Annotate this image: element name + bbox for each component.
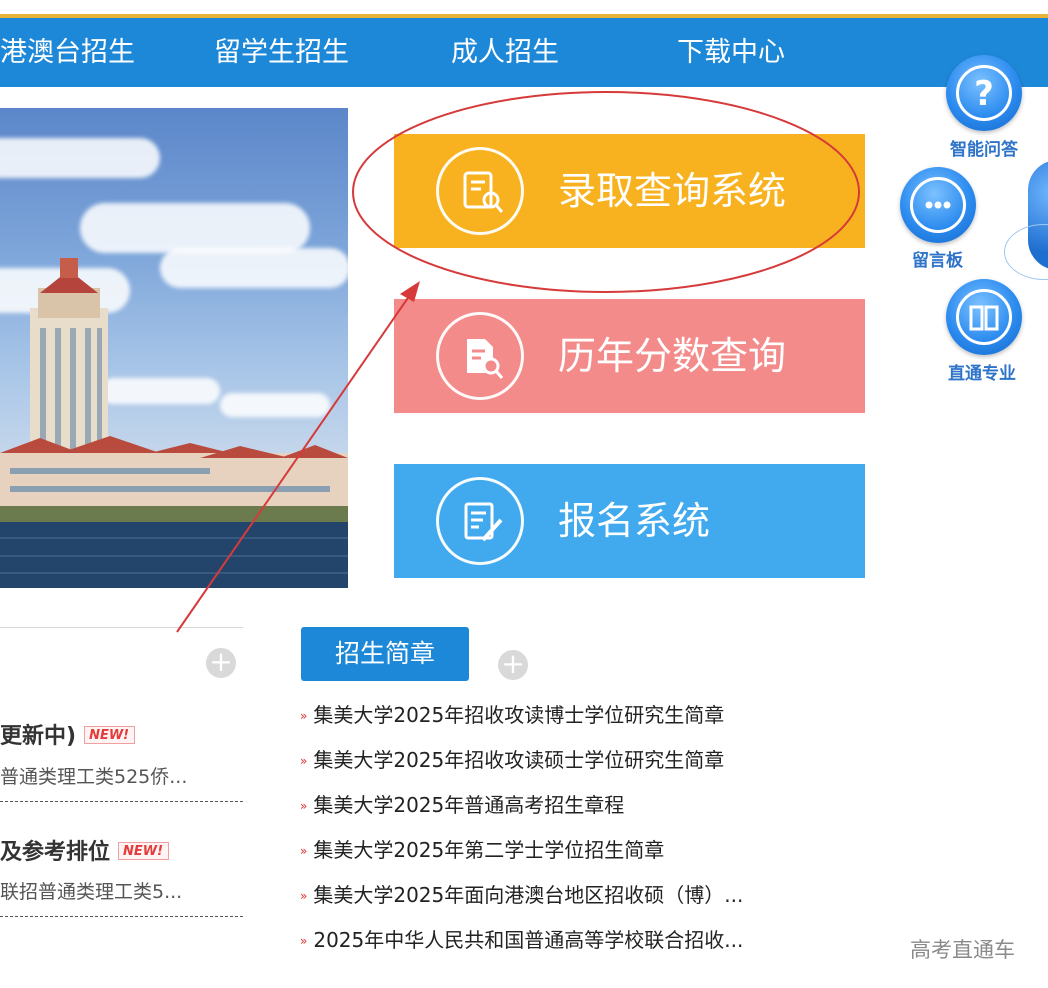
left-section-divider <box>0 627 243 628</box>
left-news-title-1[interactable]: 更新中) NEW! <box>0 718 136 750</box>
document-search-icon <box>436 147 524 235</box>
campus-photo <box>0 108 348 588</box>
top-strip <box>0 0 1048 14</box>
historical-score-query-button[interactable]: 历年分数查询 <box>394 299 865 413</box>
direct-major-label[interactable]: 直通专业 <box>948 359 1016 384</box>
brochure-item-text: 2025年中华人民共和国普通高等学校联合招收... <box>313 928 744 952</box>
smart-qa-label[interactable]: 智能问答 <box>950 135 1018 160</box>
main-navigation: 港澳台招生 留学生招生 成人招生 下载中心 <box>0 18 1048 87</box>
nav-item-adult-admission[interactable]: 成人招生 <box>451 18 559 87</box>
bullet-icon: » <box>300 934 308 948</box>
tab-admission-brochure[interactable]: 招生简章 <box>301 627 469 681</box>
left-news-title-2-text: 及参考排位 <box>0 840 111 865</box>
news-divider <box>0 916 243 917</box>
brochure-more-button[interactable]: + <box>498 650 528 680</box>
bullet-icon: » <box>300 754 308 768</box>
message-board-label[interactable]: 留言板 <box>912 246 963 271</box>
watermark-text: 高考直通车 <box>910 938 1015 962</box>
brochure-item-text: 集美大学2025年面向港澳台地区招收硕（博）... <box>313 883 744 907</box>
left-news-title-1-text: 更新中) <box>0 724 77 749</box>
nav-item-international-admission[interactable]: 留学生招生 <box>214 18 349 87</box>
mascot-orbit <box>1004 224 1048 280</box>
direct-major-button[interactable] <box>946 279 1022 355</box>
registration-system-button[interactable]: 报名系统 <box>394 464 865 578</box>
bullet-icon: » <box>300 844 308 858</box>
brochure-item-text: 集美大学2025年招收攻读博士学位研究生简章 <box>313 703 725 727</box>
brochure-list-item[interactable]: » 集美大学2025年面向港澳台地区招收硕（博）... <box>300 880 743 910</box>
bullet-icon: » <box>300 889 308 903</box>
news-divider <box>0 801 243 802</box>
admission-query-system-label: 录取查询系统 <box>558 169 787 213</box>
historical-score-query-label: 历年分数查询 <box>558 334 787 378</box>
bullet-icon: » <box>300 799 308 813</box>
brochure-item-text: 集美大学2025年招收攻读硕士学位研究生简章 <box>313 748 725 772</box>
message-board-button[interactable] <box>900 167 976 243</box>
brochure-list-item[interactable]: » 2025年中华人民共和国普通高等学校联合招收... <box>300 925 743 955</box>
open-book-icon <box>956 289 1012 345</box>
nav-item-hk-macao-taiwan-admission[interactable]: 港澳台招生 <box>0 18 135 87</box>
new-badge: NEW! <box>84 726 136 744</box>
question-mark-icon: ? <box>956 65 1012 121</box>
nav-item-download-center[interactable]: 下载中心 <box>677 18 785 87</box>
brochure-list-item[interactable]: » 集美大学2025年招收攻读博士学位研究生简章 <box>300 700 724 730</box>
left-news-title-2[interactable]: 及参考排位 NEW! <box>0 834 170 866</box>
brochure-item-text: 集美大学2025年普通高考招生章程 <box>313 793 625 817</box>
svg-text:?: ? <box>974 74 994 114</box>
registration-system-label: 报名系统 <box>558 499 711 543</box>
message-dots-icon <box>910 177 966 233</box>
left-more-button[interactable]: + <box>206 648 236 678</box>
smart-qa-button[interactable]: ? <box>946 55 1022 131</box>
score-report-icon <box>436 312 524 400</box>
brochure-list-item[interactable]: » 集美大学2025年招收攻读硕士学位研究生简章 <box>300 745 724 775</box>
left-news-sub-2[interactable]: 联招普通类理工类5... <box>0 877 182 904</box>
sign-up-form-icon <box>436 477 524 565</box>
brochure-item-text: 集美大学2025年第二学士学位招生简章 <box>313 838 665 862</box>
left-news-sub-1[interactable]: 普通类理工类525侨... <box>0 762 187 789</box>
brochure-list-item[interactable]: » 集美大学2025年普通高考招生章程 <box>300 790 624 820</box>
new-badge: NEW! <box>118 842 170 860</box>
brochure-list-item[interactable]: » 集美大学2025年第二学士学位招生简章 <box>300 835 664 865</box>
bullet-icon: » <box>300 709 308 723</box>
admission-query-system-button[interactable]: 录取查询系统 <box>394 134 865 248</box>
